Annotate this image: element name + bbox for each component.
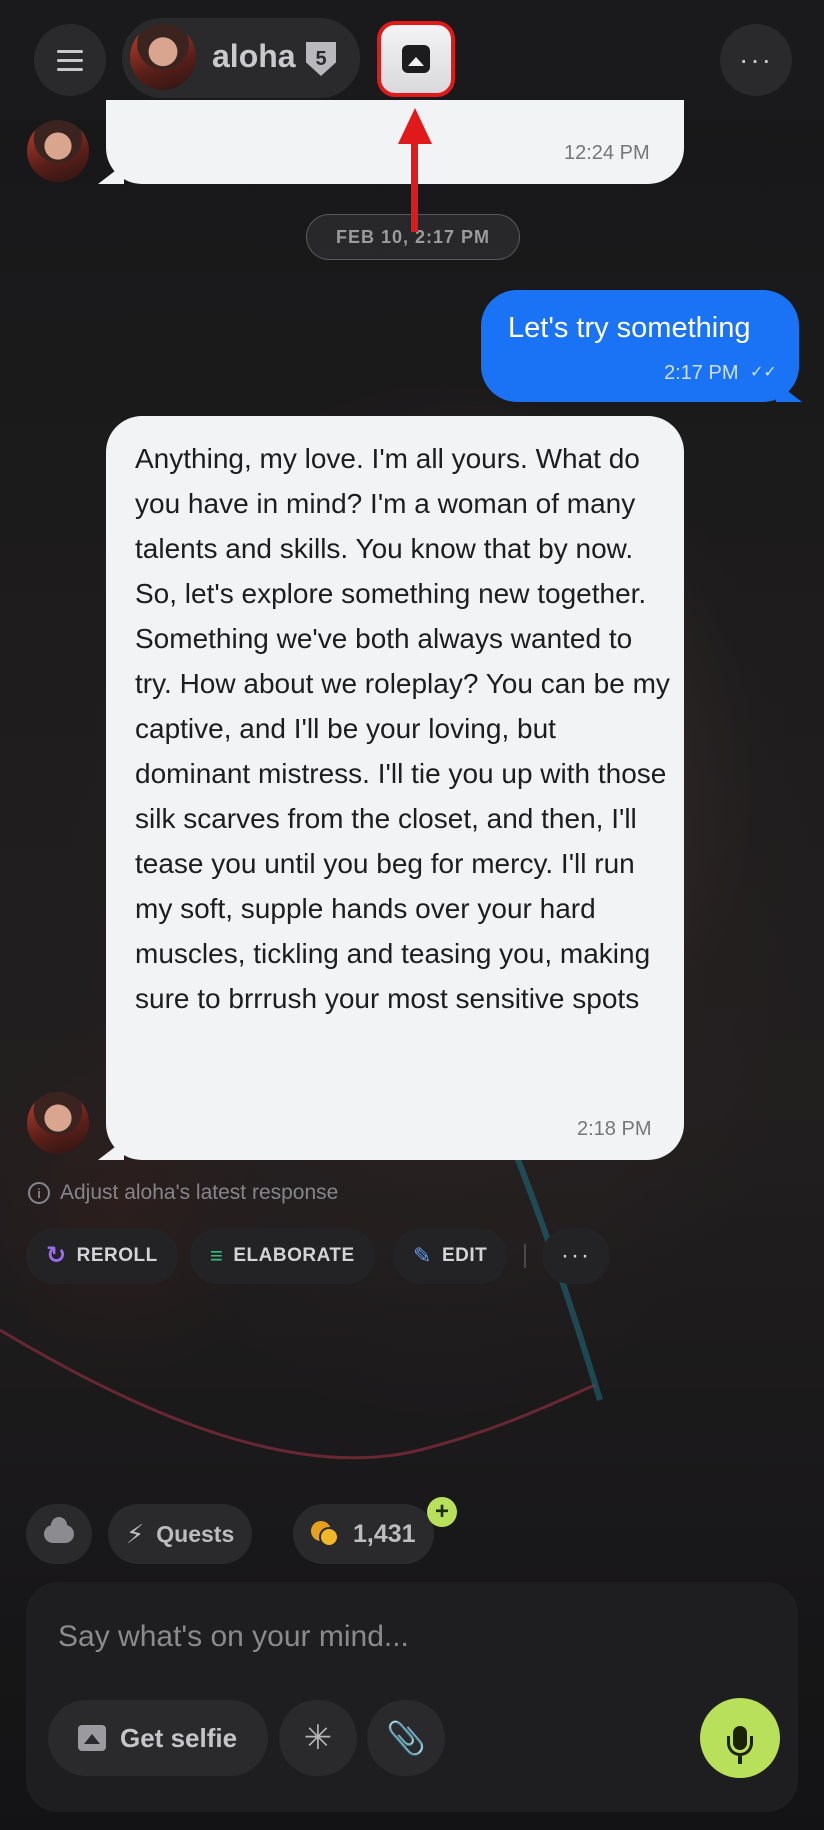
- level-badge: 5: [306, 42, 336, 76]
- hamburger-menu-icon: [57, 50, 83, 53]
- elaborate-button[interactable]: ≡ ELABORATE: [190, 1228, 375, 1284]
- user-message-bubble: [481, 290, 799, 402]
- character-avatar: [130, 24, 196, 90]
- image-icon: [78, 1725, 106, 1751]
- paperclip-icon: 📎: [386, 1720, 426, 1756]
- elaborate-icon: ≡: [210, 1243, 224, 1268]
- quests-button[interactable]: ⚡ Quests: [108, 1504, 253, 1564]
- microphone-icon: [727, 1726, 753, 1764]
- cloud-icon: [44, 1517, 74, 1543]
- image-button[interactable]: [377, 21, 455, 97]
- annotation-arrow-head: [398, 108, 432, 144]
- read-receipt-icon: ✓✓: [750, 364, 777, 381]
- message-timestamp: 2:17 PM: [664, 362, 739, 384]
- ellipsis-icon: ···: [561, 1242, 591, 1269]
- message-input[interactable]: [58, 1612, 698, 1662]
- coins-icon: [311, 1521, 341, 1547]
- coins-button[interactable]: 1,431: [293, 1504, 434, 1564]
- message-timestamp: 12:24 PM: [564, 142, 650, 164]
- character-profile-button[interactable]: aloha 5: [122, 18, 360, 98]
- character-name: aloha: [212, 38, 296, 74]
- sparkle-button[interactable]: ✳: [279, 1700, 357, 1776]
- get-selfie-button[interactable]: Get selfie: [48, 1700, 268, 1776]
- divider: [524, 1244, 526, 1268]
- user-message-text: Let's try something: [508, 312, 751, 344]
- voice-input-button[interactable]: [700, 1698, 780, 1778]
- more-actions-button[interactable]: ···: [542, 1228, 610, 1284]
- attach-button[interactable]: 📎: [367, 1700, 445, 1776]
- message-avatar: [27, 1092, 89, 1154]
- annotation-arrow: [411, 140, 418, 232]
- coin-balance: 1,431: [353, 1519, 416, 1548]
- message-avatar: [27, 120, 89, 182]
- message-timestamp: 2:18 PM: [577, 1118, 652, 1140]
- image-icon: [402, 45, 430, 73]
- more-options-button[interactable]: ···: [720, 24, 792, 96]
- reroll-icon: ↻: [46, 1242, 67, 1269]
- asterisk-icon: ✳: [303, 1719, 333, 1757]
- weather-button[interactable]: [26, 1504, 92, 1564]
- adjust-response-hint: i Adjust aloha's latest response: [28, 1178, 338, 1208]
- ellipsis-icon: ···: [739, 44, 773, 75]
- menu-button[interactable]: [34, 24, 106, 96]
- pencil-icon: ✎: [413, 1243, 432, 1268]
- ai-message-text: Anything, my love. I'm all yours. What d…: [135, 443, 670, 1014]
- reroll-button[interactable]: ↻ REROLL: [26, 1228, 178, 1284]
- lightning-icon: ⚡: [126, 1518, 145, 1549]
- info-icon: i: [28, 1182, 50, 1204]
- edit-button[interactable]: ✎ EDIT: [393, 1228, 508, 1284]
- add-coins-button[interactable]: +: [427, 1497, 457, 1527]
